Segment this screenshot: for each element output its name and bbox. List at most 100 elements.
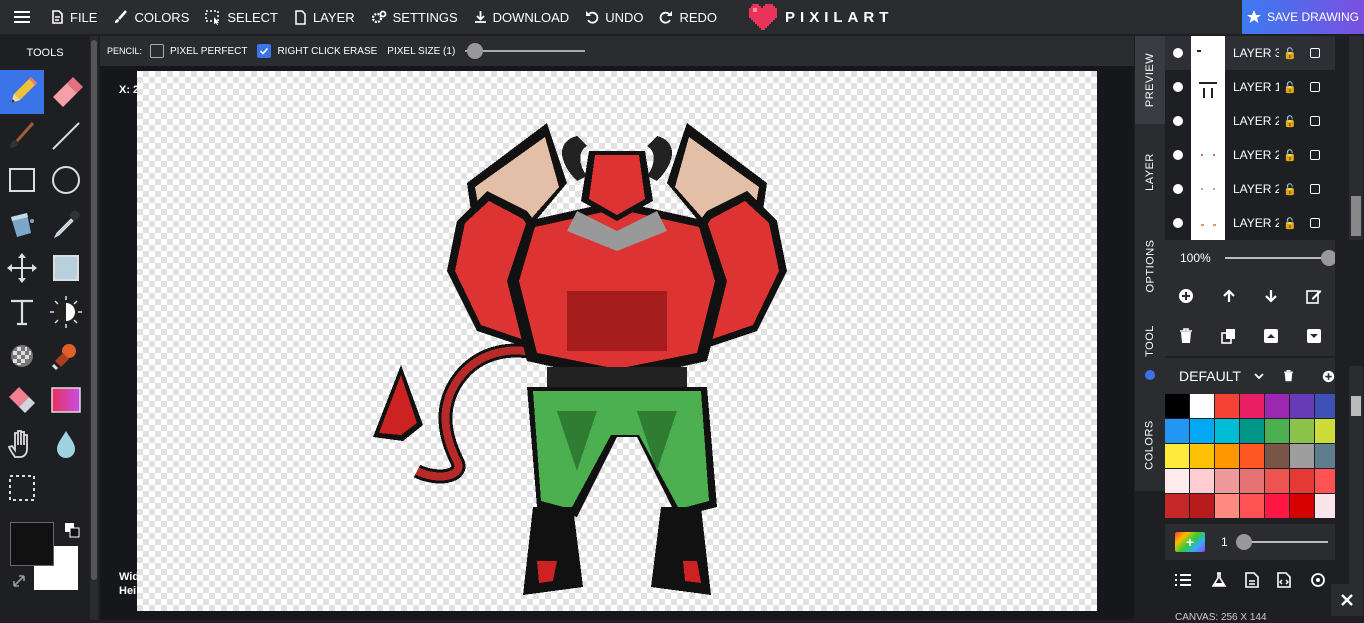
list-icon[interactable]	[1174, 573, 1192, 587]
layer-select-checkbox[interactable]	[1310, 48, 1320, 58]
tab-colors[interactable]: COLORS	[1135, 400, 1165, 490]
bucket-tool[interactable]	[0, 202, 44, 246]
lock-icon[interactable]: 🔓	[1283, 115, 1301, 128]
layer-row[interactable]: LAYER 18 🔓	[1165, 70, 1335, 104]
visibility-dot-icon[interactable]	[1173, 218, 1183, 228]
save-drawing-button[interactable]: SAVE DRAWING	[1242, 0, 1364, 34]
text-tool[interactable]	[0, 290, 44, 334]
palette-swatch[interactable]	[1165, 419, 1189, 443]
layers-scrollbar[interactable]	[1349, 36, 1363, 240]
lock-icon[interactable]: 🔓	[1283, 217, 1301, 230]
palette-swatch[interactable]	[1265, 419, 1289, 443]
palette-swatch[interactable]	[1315, 444, 1335, 468]
visibility-dot-icon[interactable]	[1173, 116, 1183, 126]
pixel-size-slider[interactable]	[465, 43, 586, 59]
palette-swatch[interactable]	[1165, 394, 1189, 418]
visibility-dot-icon[interactable]	[1173, 82, 1183, 92]
redo-button[interactable]: REDO	[659, 10, 717, 25]
rename-layer-button[interactable]	[1293, 276, 1336, 316]
delete-layer-button[interactable]	[1165, 316, 1208, 356]
delete-palette-icon[interactable]	[1283, 370, 1294, 382]
palette-swatch[interactable]	[1290, 394, 1314, 418]
download-menu[interactable]: DOWNLOAD	[474, 10, 569, 25]
add-palette-icon[interactable]	[1322, 370, 1335, 383]
pixilart-logo[interactable]: PIXILART	[747, 4, 893, 30]
drawing-canvas[interactable]	[137, 71, 1097, 611]
palette-swatch[interactable]	[1165, 469, 1189, 493]
palette-swatch[interactable]	[1265, 469, 1289, 493]
reset-colors-icon[interactable]	[12, 574, 26, 588]
palette-swatch[interactable]	[1240, 394, 1264, 418]
brush-size-knob[interactable]	[1235, 534, 1252, 550]
tab-preview[interactable]: PREVIEW	[1135, 36, 1165, 124]
file-export-icon[interactable]	[1245, 572, 1259, 588]
palette-swatch[interactable]	[1315, 469, 1335, 493]
line-tool[interactable]	[44, 114, 88, 158]
add-color-button[interactable]: +	[1175, 532, 1205, 552]
lock-icon[interactable]: 🔓	[1283, 47, 1301, 60]
merge-up-button[interactable]	[1250, 316, 1293, 356]
palette-swatch[interactable]	[1240, 469, 1264, 493]
palette-swatch[interactable]	[1290, 444, 1314, 468]
refresh-icon[interactable]	[1310, 572, 1326, 588]
palette-swatch[interactable]	[1290, 419, 1314, 443]
primary-color-swatch[interactable]	[10, 522, 54, 566]
hamburger-menu-icon[interactable]	[14, 11, 30, 23]
layer-row[interactable]: LAYER 25 🔓	[1165, 104, 1335, 138]
palette-swatch[interactable]	[1165, 494, 1189, 518]
gradient-tool[interactable]	[44, 378, 88, 422]
shade-tool[interactable]	[44, 246, 88, 290]
color-replace-tool[interactable]	[0, 378, 44, 422]
palette-swatch[interactable]	[1215, 469, 1239, 493]
layer-select-checkbox[interactable]	[1310, 116, 1320, 126]
visibility-dot-icon[interactable]	[1173, 150, 1183, 160]
layer-opacity-slider[interactable]	[1224, 250, 1337, 266]
tab-options[interactable]: OPTIONS	[1135, 220, 1165, 312]
layer-select-checkbox[interactable]	[1310, 218, 1320, 228]
flask-icon[interactable]	[1211, 572, 1227, 588]
circle-tool[interactable]	[44, 158, 88, 202]
palette-swatch[interactable]	[1190, 444, 1214, 468]
pixel-perfect-checkbox[interactable]	[150, 44, 165, 58]
lock-icon[interactable]: 🔓	[1283, 149, 1301, 162]
layer-select-checkbox[interactable]	[1310, 184, 1320, 194]
canvas-area[interactable]: X: 2 Wid Hei	[100, 66, 1134, 620]
eraser-tool[interactable]	[44, 70, 88, 114]
select-rect-tool[interactable]	[0, 466, 44, 510]
layer-menu[interactable]: LAYER	[294, 10, 355, 25]
layer-row[interactable]: LAYER 31 🔓	[1165, 36, 1335, 70]
tab-tool[interactable]: TOOL	[1135, 314, 1165, 368]
brush-tool[interactable]	[0, 114, 44, 158]
duplicate-layer-button[interactable]	[1208, 316, 1251, 356]
palette-name[interactable]: DEFAULT	[1179, 368, 1241, 384]
lighten-tool[interactable]	[44, 290, 88, 334]
layer-select-checkbox[interactable]	[1310, 150, 1320, 160]
hand-tool[interactable]	[0, 422, 44, 466]
palette-swatch[interactable]	[1290, 469, 1314, 493]
palette-swatch[interactable]	[1315, 494, 1335, 518]
pixel-perfect-option[interactable]: PIXEL PERFECT	[150, 44, 247, 58]
palette-swatch[interactable]	[1240, 419, 1264, 443]
palette-swatch[interactable]	[1290, 494, 1314, 518]
file-menu[interactable]: FILE	[50, 10, 97, 25]
palette-swatch[interactable]	[1215, 394, 1239, 418]
layer-select-checkbox[interactable]	[1310, 82, 1320, 92]
palette-swatch[interactable]	[1265, 394, 1289, 418]
move-layer-down-button[interactable]	[1250, 276, 1293, 316]
dither-tool[interactable]	[0, 334, 44, 378]
tools-scrollbar[interactable]	[90, 36, 98, 620]
palette-swatch[interactable]	[1215, 444, 1239, 468]
stamp-tool[interactable]	[44, 334, 88, 378]
lock-icon[interactable]: 🔓	[1283, 183, 1301, 196]
brush-size-slider[interactable]	[1235, 534, 1328, 550]
pixel-size-slider-knob[interactable]	[467, 43, 484, 59]
lock-icon[interactable]: 🔓	[1283, 81, 1301, 94]
palette-swatch[interactable]	[1315, 419, 1335, 443]
layer-row[interactable]: LAYER 24 🔓	[1165, 172, 1335, 206]
select-menu[interactable]: SELECT	[205, 10, 278, 25]
palette-swatch[interactable]	[1190, 469, 1214, 493]
add-layer-button[interactable]	[1165, 276, 1208, 316]
palette-swatch[interactable]	[1190, 419, 1214, 443]
palette-swatch[interactable]	[1265, 444, 1289, 468]
colors-menu[interactable]: COLORS	[113, 10, 189, 25]
